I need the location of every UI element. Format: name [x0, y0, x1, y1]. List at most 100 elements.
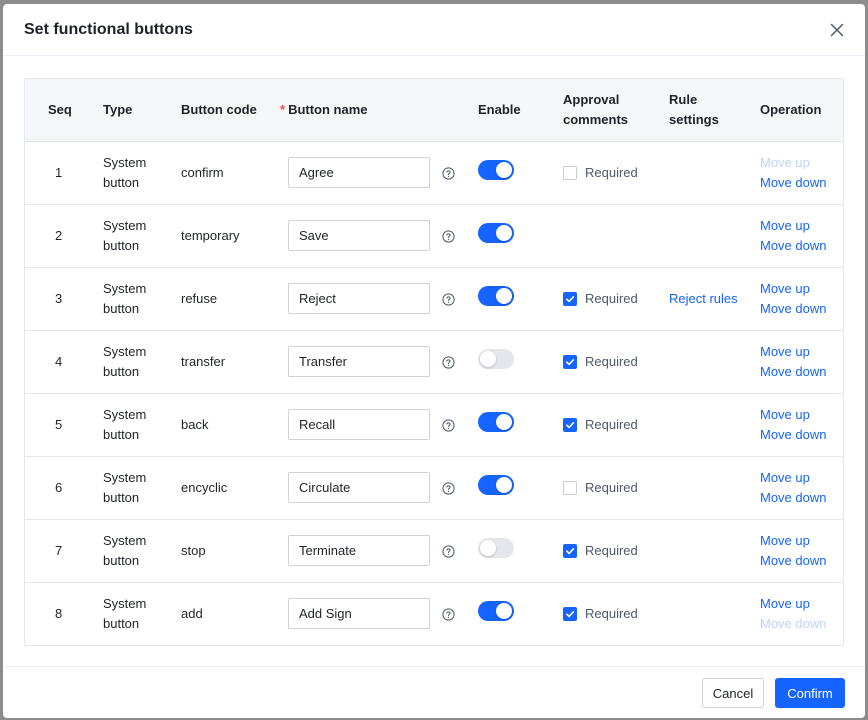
button-name-input[interactable]: [288, 535, 430, 566]
switch-knob: [496, 287, 512, 304]
move-down-link[interactable]: Move down: [760, 362, 843, 382]
cancel-button[interactable]: Cancel: [702, 678, 764, 708]
switch-knob: [496, 602, 512, 619]
move-up-link[interactable]: Move up: [760, 531, 843, 551]
move-up-link[interactable]: Move up: [760, 405, 843, 425]
check-icon: [566, 610, 575, 617]
enable-switch[interactable]: [478, 348, 514, 369]
row-seq: 3: [55, 290, 63, 306]
move-down-link[interactable]: Move down: [760, 425, 843, 445]
help-icon[interactable]: [442, 166, 455, 180]
table-row: 5 System button back Required Move up: [25, 393, 843, 456]
help-icon[interactable]: [442, 607, 455, 621]
help-icon[interactable]: [442, 292, 455, 306]
row-seq: 7: [55, 542, 63, 558]
table-row: 3 System button refuse Required Reject ru…: [25, 267, 843, 330]
row-name-cell: [280, 267, 478, 330]
switch-knob: [496, 476, 512, 493]
row-approval-cell: Required: [563, 267, 669, 330]
move-down-link[interactable]: Move down: [760, 551, 843, 571]
row-name-cell: [280, 330, 478, 393]
move-up-link[interactable]: Move up: [760, 594, 843, 614]
approval-required-option[interactable]: Required: [563, 289, 669, 309]
column-header-type: Type: [103, 101, 133, 117]
column-header-rule-line1: Rule: [669, 91, 698, 107]
row-name-cell: [280, 519, 478, 582]
row-enable-cell: [478, 204, 563, 267]
column-header-seq: Seq: [48, 101, 72, 117]
close-button[interactable]: [827, 20, 847, 40]
approval-required-checkbox[interactable]: [563, 291, 577, 306]
help-icon[interactable]: [442, 418, 455, 432]
enable-switch[interactable]: [478, 222, 514, 243]
help-icon[interactable]: [442, 481, 455, 495]
button-name-input[interactable]: [288, 598, 430, 630]
approval-required-option[interactable]: Required: [563, 415, 669, 435]
row-approval-cell: Required: [563, 519, 669, 582]
row-enable-cell: [478, 330, 563, 393]
button-name-input[interactable]: [288, 157, 430, 188]
row-seq: 5: [55, 416, 63, 432]
row-button-code: encyclic: [181, 479, 228, 495]
move-up-link[interactable]: Move up: [760, 468, 843, 488]
move-down-link[interactable]: Move down: [760, 488, 843, 508]
approval-required-option[interactable]: Required: [563, 604, 669, 624]
column-header-approval-line2: comments: [563, 111, 629, 127]
move-down-link[interactable]: Move down: [760, 299, 843, 319]
column-header-rule: Rule settings: [669, 79, 760, 141]
column-header-approval-line1: Approval: [563, 91, 620, 107]
row-button-code: refuse: [181, 290, 218, 306]
row-seq: 1: [55, 164, 63, 180]
rule-settings-link[interactable]: Reject rules: [669, 291, 738, 306]
button-name-input[interactable]: [288, 220, 430, 251]
row-type-line2: button: [103, 174, 140, 190]
move-down-link[interactable]: Move down: [760, 236, 843, 256]
approval-required-label: Required: [585, 479, 638, 495]
row-button-code: temporary: [181, 227, 240, 243]
approval-required-option[interactable]: Required: [563, 478, 669, 498]
table-row: 2 System button temporary Move up Move do…: [25, 204, 843, 267]
enable-switch[interactable]: [478, 537, 514, 558]
approval-required-option[interactable]: Required: [563, 163, 669, 183]
move-up-link[interactable]: Move up: [760, 342, 843, 362]
approval-required-checkbox[interactable]: [563, 417, 577, 432]
row-operation-cell: Move up Move down: [760, 456, 843, 519]
approval-required-checkbox[interactable]: [563, 165, 577, 180]
help-icon[interactable]: [442, 355, 455, 369]
row-seq: 2: [55, 227, 63, 243]
functional-buttons-dialog: Set functional buttons Seq Type Button c…: [3, 4, 865, 718]
button-name-input[interactable]: [288, 472, 430, 503]
enable-switch[interactable]: [478, 159, 514, 180]
approval-required-label: Required: [585, 605, 638, 621]
confirm-button[interactable]: Confirm: [775, 678, 845, 708]
column-header-operation: Operation: [760, 101, 822, 117]
row-type-line1: System: [103, 532, 147, 548]
approval-required-option[interactable]: Required: [563, 352, 669, 372]
help-icon[interactable]: [442, 544, 455, 558]
move-up-link[interactable]: Move up: [760, 216, 843, 236]
button-name-input[interactable]: [288, 346, 430, 377]
enable-switch[interactable]: [478, 411, 514, 432]
row-enable-cell: [478, 267, 563, 330]
approval-required-checkbox[interactable]: [563, 543, 577, 558]
approval-required-option[interactable]: Required: [563, 541, 669, 561]
row-operation-cell: Move up Move down: [760, 393, 843, 456]
row-operation-cell: Move up Move down: [760, 141, 843, 204]
button-name-input[interactable]: [288, 409, 430, 440]
table-row: 1 Systembutton confirm Required Move: [25, 141, 843, 204]
check-icon: [566, 295, 575, 302]
help-icon[interactable]: [442, 229, 455, 243]
enable-switch[interactable]: [478, 474, 514, 495]
move-up-link[interactable]: Move up: [760, 279, 843, 299]
enable-switch[interactable]: [478, 285, 514, 306]
row-rule-cell: [669, 519, 760, 582]
approval-required-checkbox[interactable]: [563, 606, 577, 621]
switch-knob: [496, 224, 512, 241]
enable-switch[interactable]: [478, 600, 514, 621]
button-name-input[interactable]: [288, 283, 430, 314]
row-name-cell: [280, 204, 478, 267]
approval-required-checkbox[interactable]: [563, 480, 577, 495]
move-down-link[interactable]: Move down: [760, 173, 843, 193]
row-rule-cell: [669, 456, 760, 519]
approval-required-checkbox[interactable]: [563, 354, 577, 369]
